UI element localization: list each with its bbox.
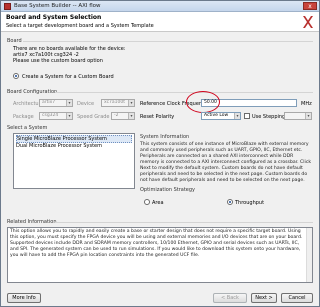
app-icon	[4, 3, 11, 10]
architecture-value: artix7	[42, 100, 56, 105]
reset-polarity-value: Active Low	[204, 113, 229, 118]
system-listbox[interactable]: Single MicroBlaze Processor System Dual …	[13, 133, 135, 189]
board-section-label: Board	[7, 38, 22, 44]
system-info-text: This system consists of one instance of …	[140, 142, 312, 183]
use-stepping-label: Use Stepping	[252, 114, 286, 120]
window-title: Base System Builder -- AXI flow	[14, 3, 101, 9]
related-info-box: This option allows you to rapidly and ea…	[7, 227, 313, 283]
page-subtitle: Select a target development board and a …	[6, 23, 154, 29]
related-info-scrollbar[interactable]	[306, 228, 312, 282]
highlight-circle	[186, 91, 220, 113]
chevron-down-icon: ▾	[234, 113, 240, 119]
related-info-label: Related Information	[7, 219, 57, 225]
close-button[interactable]: x	[303, 2, 317, 10]
board-section-divider	[23, 41, 313, 42]
system-item-single[interactable]: Single MicroBlaze Processor System	[16, 135, 132, 143]
bsb-wizard-window: Base System Builder -- AXI flow x Board …	[0, 0, 320, 307]
title-bar: Base System Builder -- AXI flow x	[1, 1, 319, 12]
reset-polarity-label: Reset Polarity	[140, 114, 175, 120]
device-dropdown[interactable]: xc7a100t ▾	[101, 99, 135, 107]
stepping-dropdown[interactable]: ▾	[284, 112, 312, 120]
throughput-label: Throughput	[235, 200, 265, 206]
reset-polarity-dropdown[interactable]: Active Low ▾	[201, 112, 241, 120]
custom-board-label: Create a System for a Custom Board	[22, 74, 114, 80]
cancel-button[interactable]: Cancel	[281, 293, 313, 303]
use-stepping-checkbox[interactable]	[244, 113, 250, 119]
package-label: Package	[13, 114, 34, 120]
area-radio[interactable]	[144, 199, 150, 205]
page-title: Board and System Selection	[6, 14, 102, 21]
system-item-dual[interactable]: Dual MicroBlaze Processor System	[16, 143, 102, 149]
custom-board-radio[interactable]	[13, 73, 19, 79]
speed-grade-dropdown[interactable]: -2 ▾	[111, 112, 135, 120]
back-button[interactable]: < Back	[213, 293, 247, 303]
board-config-section-label: Board Configuration	[7, 89, 58, 95]
select-system-section-label: Select a System	[7, 125, 48, 131]
throughput-radio[interactable]	[227, 199, 233, 205]
optimization-strategy-label: Optimization Strategy	[140, 187, 195, 193]
board-config-divider	[55, 92, 313, 93]
architecture-dropdown[interactable]: artix7 ▾	[39, 99, 73, 107]
related-info-text: This option allows you to rapidly and ea…	[10, 229, 303, 258]
chevron-down-icon: ▾	[305, 113, 311, 119]
package-dropdown[interactable]: csg324 ▾	[39, 112, 73, 120]
chevron-down-icon: ▾	[66, 113, 72, 119]
chevron-down-icon: ▾	[128, 100, 134, 106]
ref-clock-unit: MHz	[301, 101, 312, 107]
xilinx-logo-icon	[303, 16, 313, 28]
chevron-down-icon: ▾	[128, 113, 134, 119]
device-label: Device	[77, 101, 95, 107]
related-info-divider	[55, 222, 313, 223]
package-value: csg324	[42, 113, 59, 118]
wizard-header: Board and System Selection Select a targ…	[1, 12, 319, 32]
speed-grade-label: Speed Grade	[77, 114, 110, 120]
speed-grade-value: -2	[114, 113, 119, 118]
chevron-down-icon: ▾	[66, 100, 72, 106]
more-info-button[interactable]: More Info	[7, 293, 41, 303]
area-label: Area	[152, 200, 164, 206]
custom-board-hint: Please use the custom board option	[13, 58, 103, 64]
system-info-label: System Information	[140, 134, 190, 140]
device-value: xc7a100t	[104, 100, 126, 105]
next-button[interactable]: Next >	[251, 293, 277, 303]
